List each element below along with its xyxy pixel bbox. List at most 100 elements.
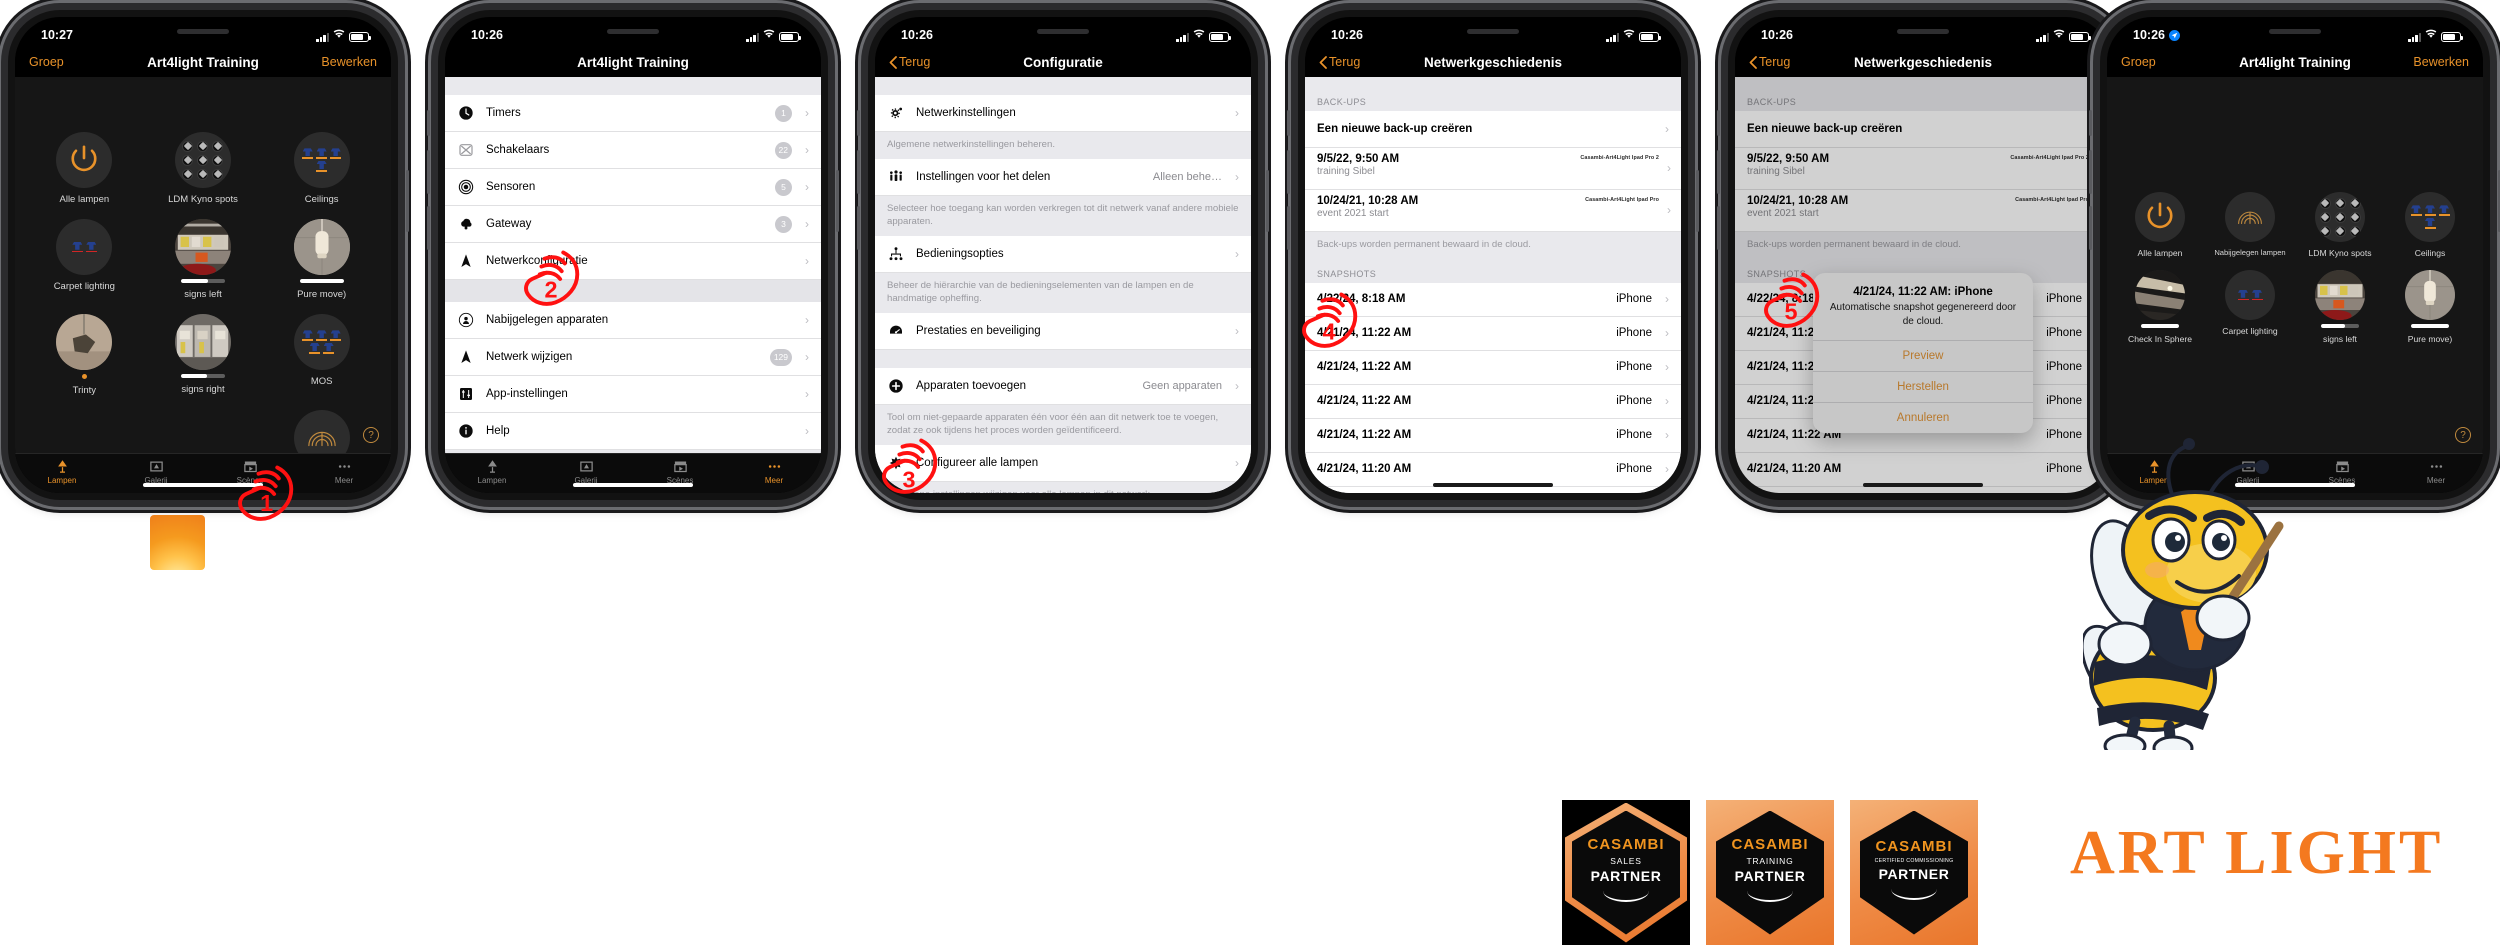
lamp-tile[interactable]: Nabijgelegen lampen [2205, 192, 2295, 258]
lamp-tile[interactable]: Carpet lighting [25, 219, 144, 300]
backup-row[interactable]: 9/5/22, 9:50 AM training Sibel Casambi-A… [1305, 148, 1681, 190]
fixture-cluster-2-icon[interactable] [2225, 270, 2275, 320]
config-label: Netwerkinstellingen [916, 107, 1016, 119]
snapshot-row[interactable]: 4/21/24, 11:22 AM iPhone › [1305, 418, 1681, 453]
dialog-cancel-button[interactable]: Annuleren [1813, 402, 2033, 433]
tab-lampen[interactable]: Lampen [15, 458, 109, 485]
edit-button[interactable]: Bewerken [321, 55, 377, 69]
photo-thumb-icon[interactable] [2315, 270, 2365, 320]
fixture-cluster-4-icon[interactable] [2405, 192, 2455, 242]
create-backup-row[interactable]: Een nieuwe back-up creëren › [1735, 111, 2111, 148]
photo-thumb-icon[interactable] [174, 314, 231, 370]
menu-item-app-instellingen[interactable]: App-instellingen › [445, 376, 821, 413]
lamp-tile[interactable]: Ceilings [2385, 192, 2475, 258]
group-button[interactable]: Groep [29, 55, 64, 69]
snapshot-row[interactable]: 4/21/24, 11:20 AMiPhone› [1735, 486, 2111, 493]
nearby-icon[interactable] [2225, 192, 2275, 242]
lamp-tile[interactable]: Check In Sphere [2115, 270, 2205, 344]
lamp-on-dot [81, 374, 87, 379]
backup-row[interactable]: 10/24/21, 10:28 AM event 2021 start Casa… [1305, 190, 1681, 232]
back-button[interactable]: Terug [1319, 55, 1360, 69]
dialog-restore-button[interactable]: Herstellen [1813, 371, 2033, 402]
lamp-tile[interactable]: Pure move) [2385, 270, 2475, 344]
tab-meer[interactable]: Meer [297, 458, 391, 485]
nearby-icon[interactable] [293, 410, 350, 453]
spot-cluster-icon[interactable] [2315, 192, 2365, 242]
edit-button[interactable]: Bewerken [2413, 55, 2469, 69]
group-button[interactable]: Groep [2121, 55, 2156, 69]
menu-item-netwerk-wijzigen[interactable]: Netwerk wijzigen 129 › [445, 339, 821, 376]
config-item-instellingen-voor-het-delen[interactable]: Instellingen voor het delen Alleen behe…… [875, 158, 1251, 196]
chevron-right-icon: › [805, 350, 809, 364]
config-item-apparaten-toevoegen[interactable]: Apparaten toevoegen Geen apparaten › [875, 367, 1251, 405]
menu-item-gateway[interactable]: Gateway 3 › [445, 206, 821, 243]
menu-item-schakelaars[interactable]: Schakelaars 22 › [445, 132, 821, 169]
lamp-tile[interactable]: signs left [144, 219, 263, 300]
lamp-tile[interactable]: Trinty [25, 314, 144, 396]
help-button[interactable]: ? [2455, 427, 2471, 443]
fixture-cluster-4-icon[interactable] [293, 132, 350, 188]
config-item-prestaties-en-beveiliging[interactable]: Prestaties en beveiliging › [875, 312, 1251, 350]
tab-galerij[interactable]: Galerij [109, 458, 203, 485]
snapshot-row[interactable]: 4/21/24, 11:22 AM iPhone › [1305, 384, 1681, 419]
dialog-preview-button[interactable]: Preview [1813, 340, 2033, 371]
badge-brand: CAS [1731, 835, 1767, 853]
backup-row[interactable]: 10/24/21, 10:28 AM event 2021 start Casa… [1735, 190, 2111, 232]
chevron-right-icon: › [1665, 394, 1669, 409]
brightness-slider[interactable] [180, 279, 225, 283]
menu-item-nabijgelegen-apparaten[interactable]: Nabijgelegen apparaten › [445, 302, 821, 339]
menu-item-timers[interactable]: Timers 1 › [445, 95, 821, 132]
back-button[interactable]: Terug [1749, 55, 1790, 69]
lamp-tile[interactable]: signs right [144, 314, 263, 396]
lamp-tile[interactable]: LDM Kyno spots [144, 132, 263, 205]
gateway-icon [457, 215, 475, 233]
lamp-tile[interactable]: Alle lampen [25, 132, 144, 205]
config-item-netwerkinstellingen[interactable]: Netwerkinstellingen › [875, 95, 1251, 132]
brightness-slider[interactable] [2411, 324, 2449, 328]
lamp-label: Alle lampen [59, 194, 110, 205]
photo-thumb-icon[interactable] [174, 219, 231, 275]
photo-thumb-icon[interactable] [293, 219, 350, 275]
tab-meer[interactable]: Meer [727, 458, 821, 485]
power-icon[interactable] [2135, 192, 2185, 242]
lamp-tile[interactable]: Pure move) [262, 219, 381, 300]
tab-galerij[interactable]: Galerij [539, 458, 633, 485]
brightness-slider[interactable] [2321, 324, 2359, 328]
lamp-tile[interactable]: signs left [2295, 270, 2385, 344]
snapshot-row[interactable]: 4/21/24, 11:20 AMiPhone› [1735, 452, 2111, 487]
back-button[interactable]: Terug [889, 55, 930, 69]
phone-5-snapshot-dialog: 10:26 Terug Netwerkgeschiedenis BACK-UPS… [1717, 10, 2129, 500]
spot-cluster-icon[interactable] [174, 132, 231, 188]
brightness-slider[interactable] [180, 374, 225, 378]
lamp-label: Ceilings [2414, 248, 2446, 258]
photo-thumb-icon[interactable] [2135, 270, 2185, 320]
tab-meer[interactable]: Meer [2389, 458, 2483, 485]
lamp-tile[interactable]: MOS [262, 314, 381, 396]
menu-item-netwerkconfiguratie[interactable]: Netwerkconfiguratie › [445, 243, 821, 280]
photo-thumb-icon[interactable] [56, 314, 113, 370]
tab-lampen[interactable]: Lampen [445, 458, 539, 485]
menu-item-sensoren[interactable]: Sensoren 5 › [445, 169, 821, 206]
fixture-cluster-2-icon[interactable] [56, 219, 113, 275]
snapshot-row[interactable]: 4/21/24, 11:20 AMiPhone› [1305, 452, 1681, 487]
lamp-tile[interactable]: Carpet lighting [2205, 270, 2295, 344]
backup-row[interactable]: 9/5/22, 9:50 AM training Sibel Casambi-A… [1735, 148, 2111, 190]
photo-thumb-icon[interactable] [2405, 270, 2455, 320]
create-backup-row[interactable]: Een nieuwe back-up creëren › [1305, 111, 1681, 148]
lamp-tile[interactable]: Ceilings [262, 132, 381, 205]
config-item-bedieningsopties[interactable]: Bedieningsopties › [875, 235, 1251, 273]
power-icon[interactable] [56, 132, 113, 188]
lamp-label: signs left [184, 289, 222, 300]
tab-scenes[interactable]: Scènes [633, 458, 727, 485]
lamp-tile[interactable]: Alle lampen [2115, 192, 2205, 258]
menu-item-help[interactable]: Help › [445, 413, 821, 450]
snapshot-row[interactable]: 4/21/24, 11:20 AMiPhone› [1305, 486, 1681, 493]
fixture-cluster-5-icon[interactable] [293, 314, 350, 370]
brightness-slider[interactable] [299, 279, 344, 283]
snapshot-device: iPhone [2046, 327, 2082, 340]
phone-1-lamps: 10:27 Groep Art4light Training Bewerken … [8, 10, 409, 500]
help-button[interactable]: ? [363, 427, 379, 443]
menu-label: Gateway [486, 218, 532, 230]
brightness-slider[interactable] [2141, 324, 2179, 328]
lamp-tile[interactable]: LDM Kyno spots [2295, 192, 2385, 258]
